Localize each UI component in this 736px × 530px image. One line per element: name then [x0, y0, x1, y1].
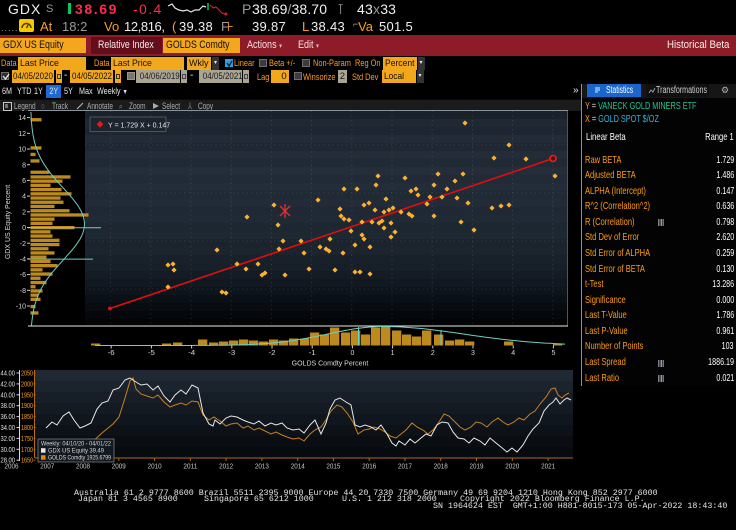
svg-text:2019: 2019	[470, 462, 484, 471]
svg-text:6: 6	[22, 178, 26, 185]
svg-text:34.00: 34.00	[1, 423, 16, 432]
svg-text:4: 4	[22, 194, 26, 201]
svg-text:Weekly: 04/10/20 - 04/01/22: Weekly: 04/10/20 - 04/01/22	[41, 441, 111, 448]
svg-text:32.00: 32.00	[1, 434, 16, 443]
svg-text:44.00: 44.00	[1, 369, 16, 378]
svg-text:2016: 2016	[362, 462, 376, 471]
svg-text:2018: 2018	[434, 462, 448, 471]
svg-text:2: 2	[431, 350, 435, 357]
svg-text:GOLDS Comdty 1925.6799: GOLDS Comdty 1925.6799	[48, 455, 111, 462]
svg-text:-1: -1	[309, 350, 316, 357]
svg-text:1850: 1850	[21, 412, 33, 421]
svg-text:2010: 2010	[148, 462, 162, 471]
svg-text:-4: -4	[188, 350, 195, 357]
svg-text:-10: -10	[16, 304, 26, 311]
svg-text:2017: 2017	[398, 462, 412, 471]
svg-text:42.00: 42.00	[1, 379, 16, 388]
svg-text:2008: 2008	[76, 462, 90, 471]
svg-text:2014: 2014	[291, 462, 305, 471]
svg-text:1: 1	[391, 350, 395, 357]
svg-text:1800: 1800	[21, 423, 33, 432]
svg-text:3: 3	[471, 350, 475, 357]
svg-text:4: 4	[511, 350, 515, 357]
svg-text:38.00: 38.00	[1, 401, 16, 410]
svg-text:1950: 1950	[21, 390, 33, 399]
svg-text:-5: -5	[148, 350, 155, 357]
svg-text:2007: 2007	[40, 462, 54, 471]
svg-text:-8: -8	[20, 288, 26, 295]
svg-text:-6: -6	[108, 350, 115, 357]
svg-text:2009: 2009	[112, 462, 126, 471]
svg-text:2011: 2011	[183, 462, 197, 471]
svg-text:10: 10	[18, 147, 26, 154]
svg-text:2006: 2006	[5, 462, 19, 471]
svg-text:Y = 1.729 X + 0.147: Y = 1.729 X + 0.147	[108, 122, 170, 129]
svg-text:0: 0	[22, 225, 26, 232]
svg-text:14: 14	[18, 115, 26, 122]
svg-text:30.00: 30.00	[1, 445, 16, 454]
svg-text:1650: 1650	[21, 456, 33, 465]
svg-text:36.00: 36.00	[1, 412, 16, 421]
svg-text:2000: 2000	[21, 379, 33, 388]
svg-text:5: 5	[551, 350, 555, 357]
svg-text:-3: -3	[228, 350, 235, 357]
svg-text:0: 0	[350, 350, 354, 357]
svg-text:2015: 2015	[326, 462, 340, 471]
svg-text:2021: 2021	[541, 462, 555, 471]
svg-text:-2: -2	[20, 241, 26, 248]
svg-text:8: 8	[22, 162, 26, 169]
svg-text:GDX US Equity 39.49: GDX US Equity 39.49	[48, 448, 104, 455]
svg-text:2: 2	[22, 209, 26, 216]
svg-text:40.00: 40.00	[1, 390, 16, 399]
svg-text:2050: 2050	[21, 369, 33, 378]
svg-text:12: 12	[18, 131, 26, 138]
svg-text:2012: 2012	[219, 462, 233, 471]
svg-text:GOLDS Comdty Percent: GOLDS Comdty Percent	[292, 361, 369, 368]
svg-text:1900: 1900	[21, 401, 33, 410]
svg-text:GDX US Equity Percent: GDX US Equity Percent	[5, 185, 12, 259]
svg-text:-2: -2	[269, 350, 276, 357]
svg-text:1700: 1700	[21, 445, 33, 454]
svg-text:-4: -4	[20, 257, 26, 264]
svg-text:-6: -6	[20, 272, 26, 279]
svg-text:2020: 2020	[505, 462, 519, 471]
svg-text:1750: 1750	[21, 434, 33, 443]
svg-text:2013: 2013	[255, 462, 269, 471]
